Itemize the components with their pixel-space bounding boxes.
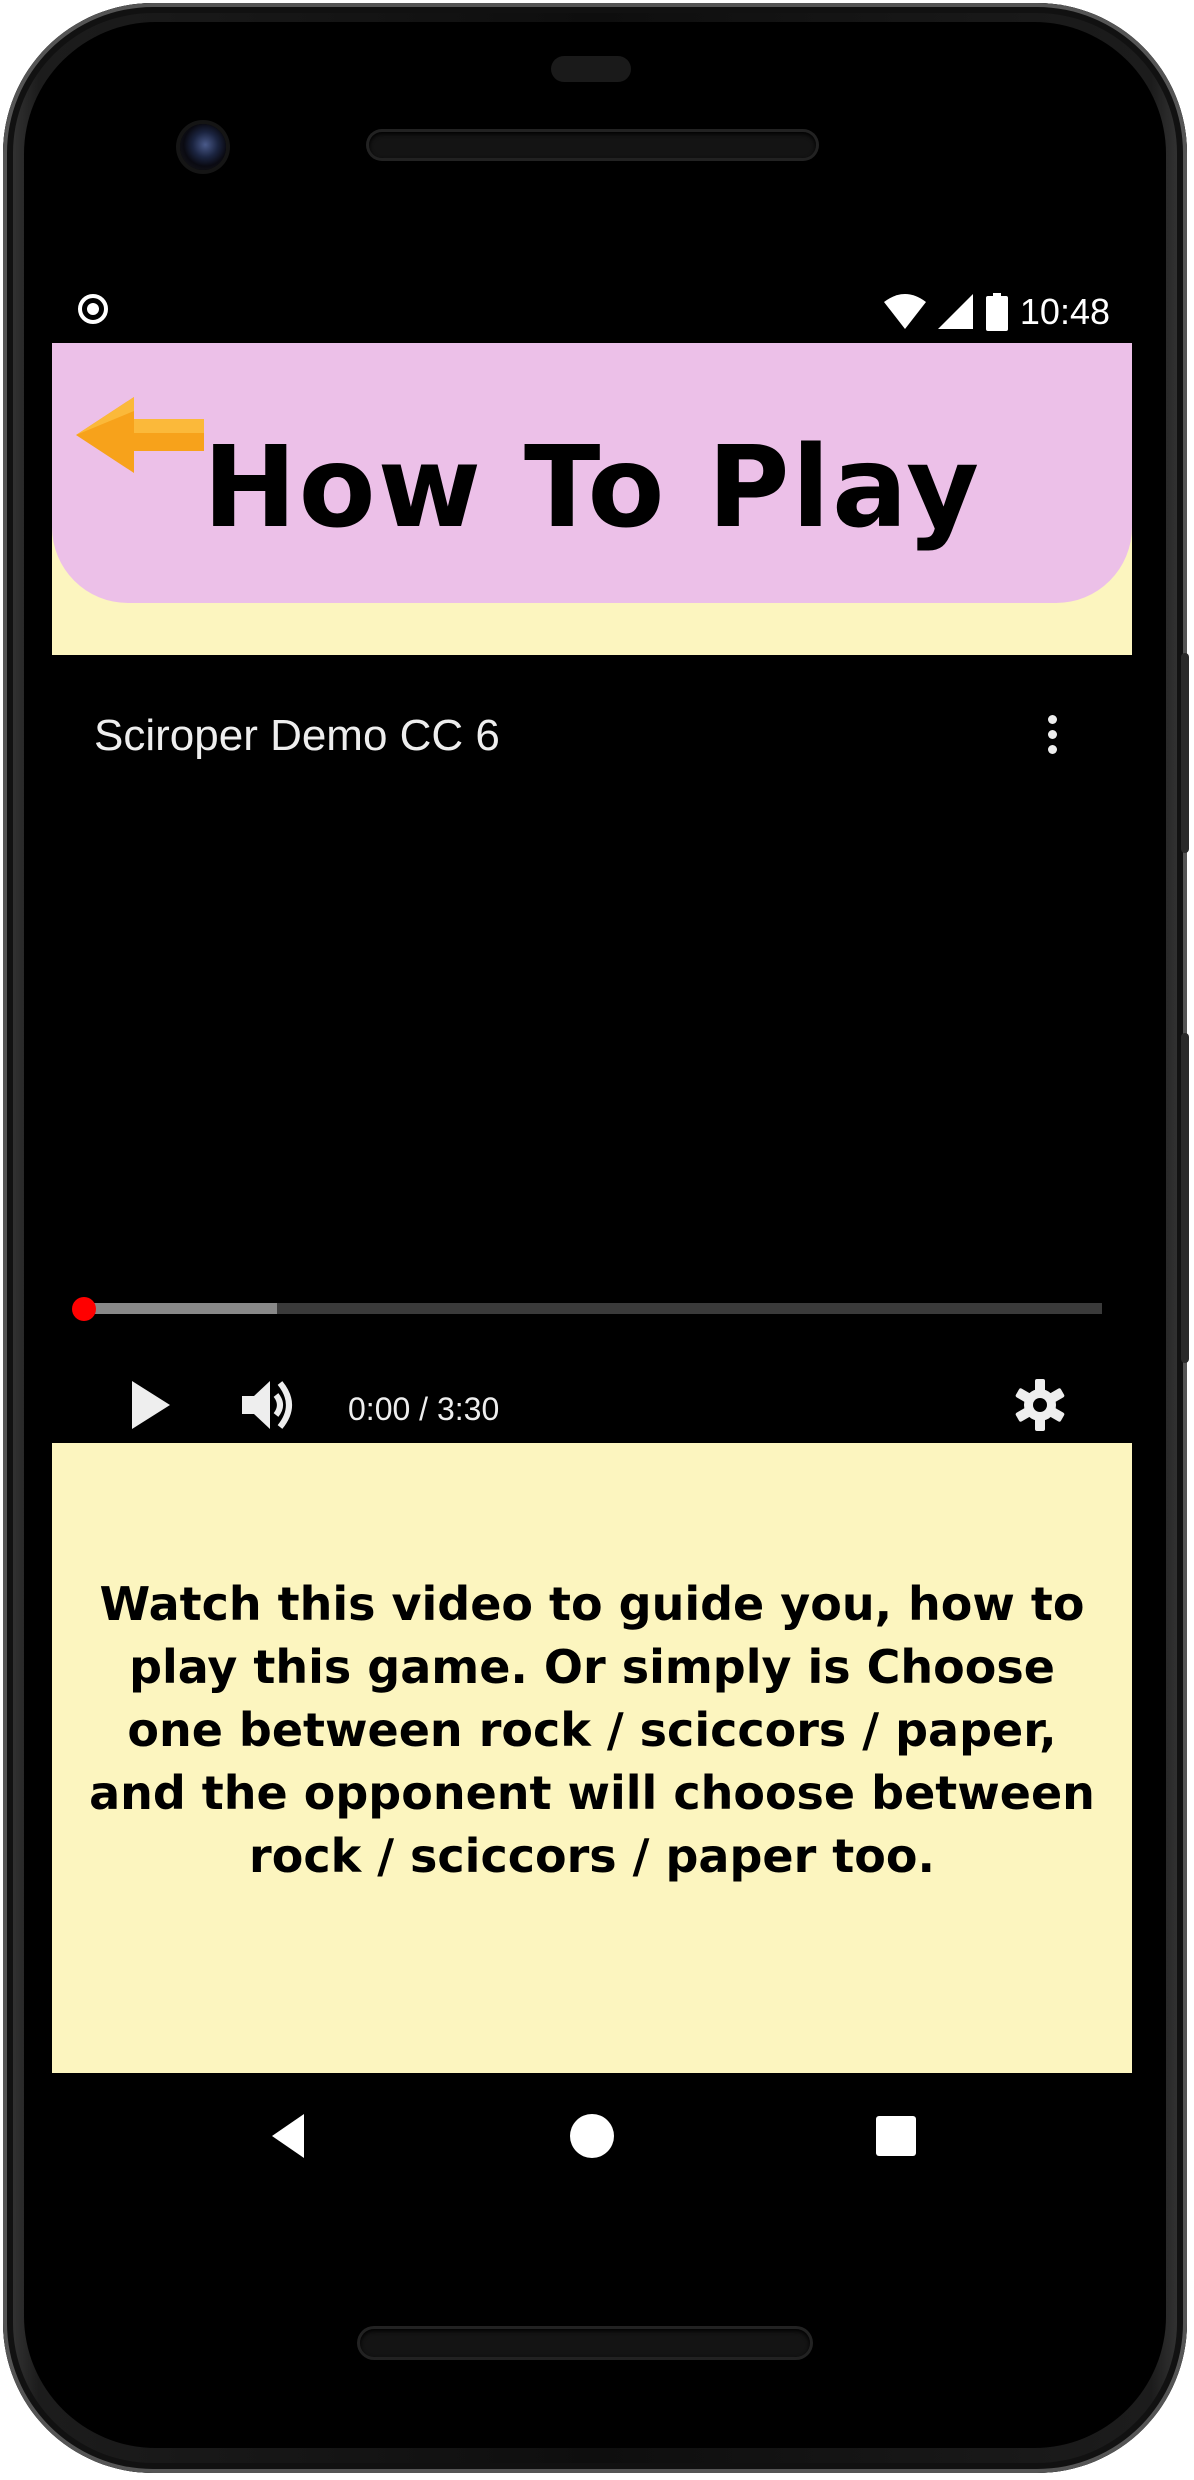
more-vert-icon: [1048, 715, 1057, 724]
bottom-speaker-grille: [360, 2329, 810, 2357]
recents-square-icon: [876, 2116, 916, 2156]
nav-back-button[interactable]: [264, 2106, 324, 2166]
settings-button[interactable]: [1012, 1377, 1068, 1433]
top-speaker-grille: [369, 132, 816, 158]
video-title: Sciroper Demo CC 6: [94, 711, 500, 760]
header-bar: How To Play: [52, 343, 1132, 603]
page-title: How To Play: [202, 423, 982, 553]
progress-scrubber[interactable]: [72, 1297, 96, 1321]
status-icons: 10:48: [883, 286, 1110, 338]
more-options-button[interactable]: [1032, 703, 1072, 763]
nav-recents-button[interactable]: [866, 2106, 926, 2166]
screen-record-icon: [78, 294, 108, 324]
status-bar: 10:48: [52, 284, 1132, 340]
back-triangle-icon: [272, 2114, 304, 2158]
earpiece: [551, 56, 631, 82]
play-icon: [132, 1381, 170, 1429]
video-progress-bar[interactable]: [84, 1303, 1102, 1314]
instructions-text: Watch this video to guide you, how to pl…: [89, 1577, 1095, 1883]
play-button[interactable]: [124, 1377, 174, 1433]
video-time-display: 0:00 / 3:30: [348, 1391, 500, 1427]
status-clock: 10:48: [1019, 291, 1110, 332]
settings-gear-icon: [1015, 1379, 1065, 1431]
app-screen: How To Play Sciroper Demo CC 6 0:00 / 3:…: [52, 343, 1132, 2073]
volume-button[interactable]: [238, 1377, 298, 1433]
cellular-signal-icon: [937, 294, 973, 329]
volume-icon: [242, 1381, 292, 1429]
video-player[interactable]: Sciroper Demo CC 6 0:00 / 3:30: [52, 655, 1132, 1443]
nav-home-button[interactable]: [562, 2106, 622, 2166]
home-circle-icon: [570, 2114, 614, 2158]
buffered-range: [84, 1303, 278, 1314]
battery-icon: [985, 293, 1008, 331]
volume-button: [1181, 653, 1189, 853]
wifi-icon: [883, 294, 926, 329]
front-camera: [180, 124, 226, 170]
system-nav-bar: [52, 2076, 1132, 2196]
power-button: [1181, 1033, 1189, 1363]
